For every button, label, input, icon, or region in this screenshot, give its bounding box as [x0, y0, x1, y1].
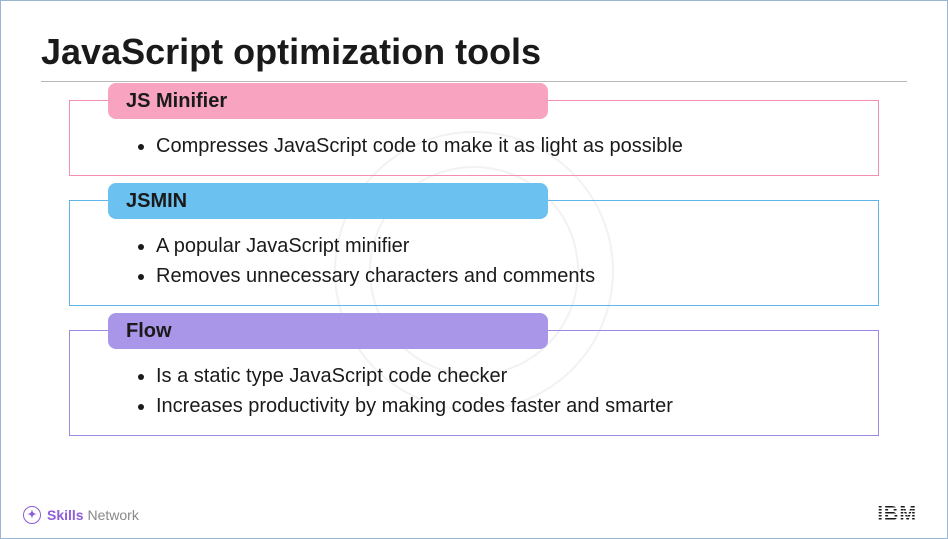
title-divider	[41, 81, 907, 82]
list-item: Removes unnecessary characters and comme…	[156, 261, 854, 291]
skills-text-light: Network	[87, 507, 138, 523]
card-list-js-minifier: Compresses JavaScript code to make it as…	[98, 131, 854, 161]
card-header-jsmin: JSMIN	[108, 183, 548, 219]
card-header-flow: Flow	[108, 313, 548, 349]
card-header-js-minifier: JS Minifier	[108, 83, 548, 119]
card-js-minifier: JS Minifier Compresses JavaScript code t…	[69, 100, 879, 176]
page-title: JavaScript optimization tools	[41, 31, 907, 73]
card-flow: Flow Is a static type JavaScript code ch…	[69, 330, 879, 436]
card-list-jsmin: A popular JavaScript minifier Removes un…	[98, 231, 854, 291]
card-list-flow: Is a static type JavaScript code checker…	[98, 361, 854, 421]
list-item: A popular JavaScript minifier	[156, 231, 854, 261]
ibm-logo: IBM	[877, 503, 917, 526]
cards-container: JS Minifier Compresses JavaScript code t…	[41, 100, 907, 436]
list-item: Is a static type JavaScript code checker	[156, 361, 854, 391]
list-item: Increases productivity by making codes f…	[156, 391, 854, 421]
skills-text-bold: Skills	[47, 507, 84, 523]
skills-network-icon: ✦	[23, 506, 41, 524]
list-item: Compresses JavaScript code to make it as…	[156, 131, 854, 161]
skills-network-logo: ✦ Skills Network	[23, 506, 139, 524]
card-jsmin: JSMIN A popular JavaScript minifier Remo…	[69, 200, 879, 306]
footer: ✦ Skills Network IBM	[23, 503, 917, 526]
